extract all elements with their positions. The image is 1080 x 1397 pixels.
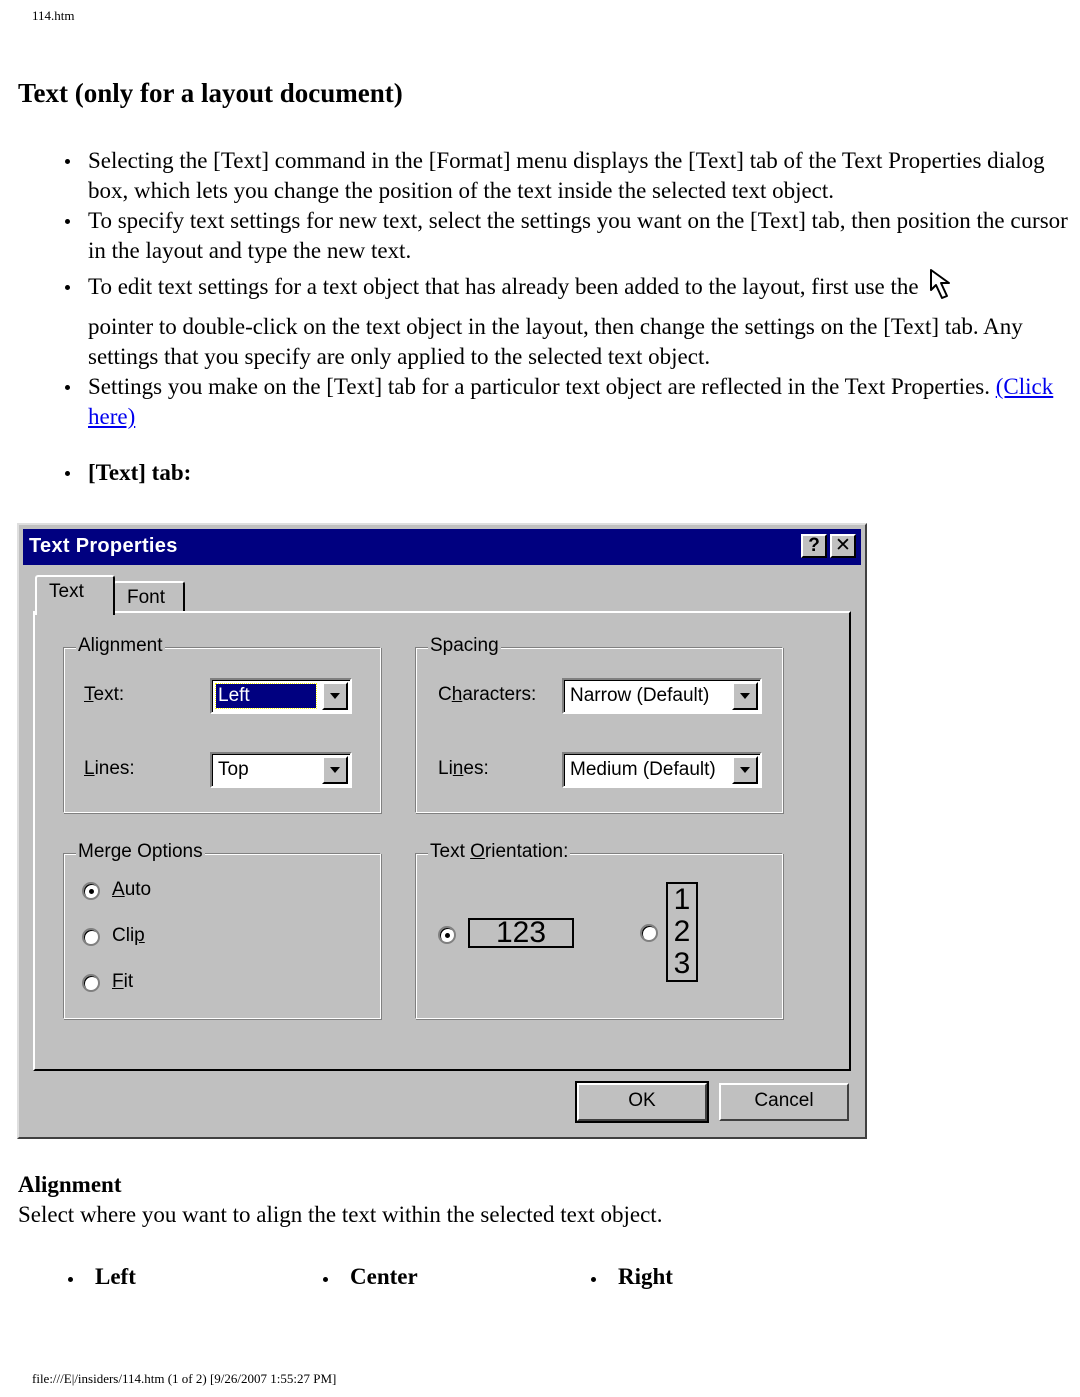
chevron-down-icon[interactable]	[322, 682, 348, 710]
text-align-label: Text:	[84, 684, 124, 706]
alignment-section-description: Select where you want to align the text …	[18, 1202, 663, 1227]
merge-options-group: Merge Options Auto Clip Fit	[63, 841, 381, 1019]
characters-spacing-value: Narrow (Default)	[570, 685, 710, 706]
spacing-legend: Spacing	[428, 635, 501, 657]
lines-align-label: Lines:	[84, 758, 135, 780]
line-spacing-value: Medium (Default)	[570, 759, 716, 780]
label-rest: it	[123, 971, 134, 992]
header-file-name: 114.htm	[32, 8, 75, 23]
text-tab-bullet-list: [Text] tab:	[0, 458, 1080, 488]
intro-bullet-text: To edit text settings for a text object …	[88, 274, 919, 299]
intro-bullet: To edit text settings for a text object …	[0, 269, 1080, 372]
radio-horizontal-orientation[interactable]	[438, 926, 456, 944]
label-rest: ines:	[94, 758, 135, 779]
vertical-orientation-sample[interactable]: 1 2 3	[666, 882, 698, 982]
label-pre: Text	[430, 841, 471, 862]
close-icon: ✕	[835, 535, 851, 556]
help-icon: ?	[808, 535, 820, 556]
accel-key: L	[84, 758, 95, 779]
text-orientation-group: Text Orientation: 123 1 2 3	[415, 841, 783, 1019]
help-button[interactable]: ?	[801, 534, 827, 558]
label-pre: Li	[438, 758, 453, 779]
alignment-option-right: Right	[591, 1264, 673, 1289]
label-rest: aracters:	[462, 684, 537, 705]
accel-key: h	[451, 684, 463, 705]
intro-bullet-text: pointer to double-click on the text obje…	[88, 314, 1023, 369]
accel-key: n	[452, 758, 464, 779]
cancel-button[interactable]: Cancel	[719, 1083, 849, 1121]
text-properties-dialog: Text Properties ? ✕ Text Font Alignment …	[17, 523, 867, 1139]
label-pre: Cli	[112, 925, 135, 946]
label-rest: es:	[463, 758, 489, 779]
intro-bullet: Selecting the [Text] command in the [For…	[0, 146, 1080, 206]
alignment-legend: Alignment	[76, 635, 165, 657]
accel-key: T	[84, 684, 94, 705]
intro-bullet: Settings you make on the [Text] tab for …	[0, 372, 1080, 432]
merge-option-label[interactable]: Auto	[112, 879, 151, 901]
close-button[interactable]: ✕	[830, 534, 856, 558]
alignment-section-heading: Alignment	[18, 1172, 122, 1197]
accel-key: F	[112, 971, 124, 992]
line-spacing-select[interactable]: Medium (Default)	[562, 752, 762, 788]
dialog-title: Text Properties	[29, 535, 178, 557]
lines-align-select[interactable]: Top	[210, 752, 352, 788]
chevron-down-icon[interactable]	[732, 682, 758, 710]
radio-clip[interactable]	[82, 928, 100, 946]
radio-auto[interactable]	[82, 882, 100, 900]
intro-bullet-text: Settings you make on the [Text] tab for …	[88, 374, 990, 399]
radio-vertical-orientation[interactable]	[640, 924, 658, 942]
accel-key: A	[112, 879, 125, 900]
accel-key: p	[134, 925, 145, 946]
alignment-option-left: Left	[68, 1264, 136, 1289]
label-rest: rientation:	[484, 841, 569, 862]
alignment-options-list: Left Center Right	[0, 1264, 1080, 1296]
merge-option-label[interactable]: Clip	[112, 925, 145, 947]
ok-button[interactable]: OK	[575, 1081, 709, 1123]
chevron-down-icon[interactable]	[322, 756, 348, 784]
horizontal-orientation-sample[interactable]: 123	[468, 918, 574, 948]
alignment-group: Alignment Text: Left Lines: Top	[63, 635, 381, 813]
accel-key: O	[470, 841, 485, 862]
spacing-group: Spacing Characters: Narrow (Default) Lin…	[415, 635, 783, 813]
characters-spacing-select[interactable]: Narrow (Default)	[562, 678, 762, 714]
text-tab-panel: Alignment Text: Left Lines: Top Spacing …	[33, 611, 851, 1071]
intro-bullet-line: To edit text settings for a text object …	[88, 269, 1080, 312]
text-tab-bullet: [Text] tab:	[0, 458, 1080, 488]
merge-options-legend: Merge Options	[76, 841, 205, 863]
merge-option-label[interactable]: Fit	[112, 971, 133, 993]
intro-bullet-list: Selecting the [Text] command in the [For…	[0, 146, 1080, 432]
label-rest: ext:	[93, 684, 125, 705]
radio-fit[interactable]	[82, 974, 100, 992]
characters-label: Characters:	[438, 684, 536, 706]
tab-text[interactable]: Text	[35, 575, 115, 615]
vertical-digit: 1	[673, 883, 691, 916]
text-align-select[interactable]: Left	[210, 678, 352, 714]
vertical-digit: 3	[673, 947, 691, 980]
chevron-down-icon[interactable]	[732, 756, 758, 784]
text-orientation-legend: Text Orientation:	[428, 841, 571, 863]
tab-font[interactable]: Font	[113, 581, 185, 613]
label-pre: C	[438, 684, 452, 705]
alignment-option-center: Center	[323, 1264, 418, 1289]
intro-bullet: To specify text settings for new text, s…	[0, 206, 1080, 266]
dialog-titlebar: Text Properties ? ✕	[23, 529, 861, 565]
page-title: Text (only for a layout document)	[18, 78, 403, 108]
lines-align-value: Top	[218, 759, 249, 780]
line-spacing-label: Lines:	[438, 758, 489, 780]
vertical-digit: 2	[673, 915, 691, 948]
page-footer: file:///E|/insiders/114.htm (1 of 2) [9/…	[32, 1371, 337, 1386]
label-rest: uto	[124, 879, 152, 900]
pointer-arrow-icon	[929, 269, 950, 299]
text-align-value: Left	[215, 683, 317, 709]
